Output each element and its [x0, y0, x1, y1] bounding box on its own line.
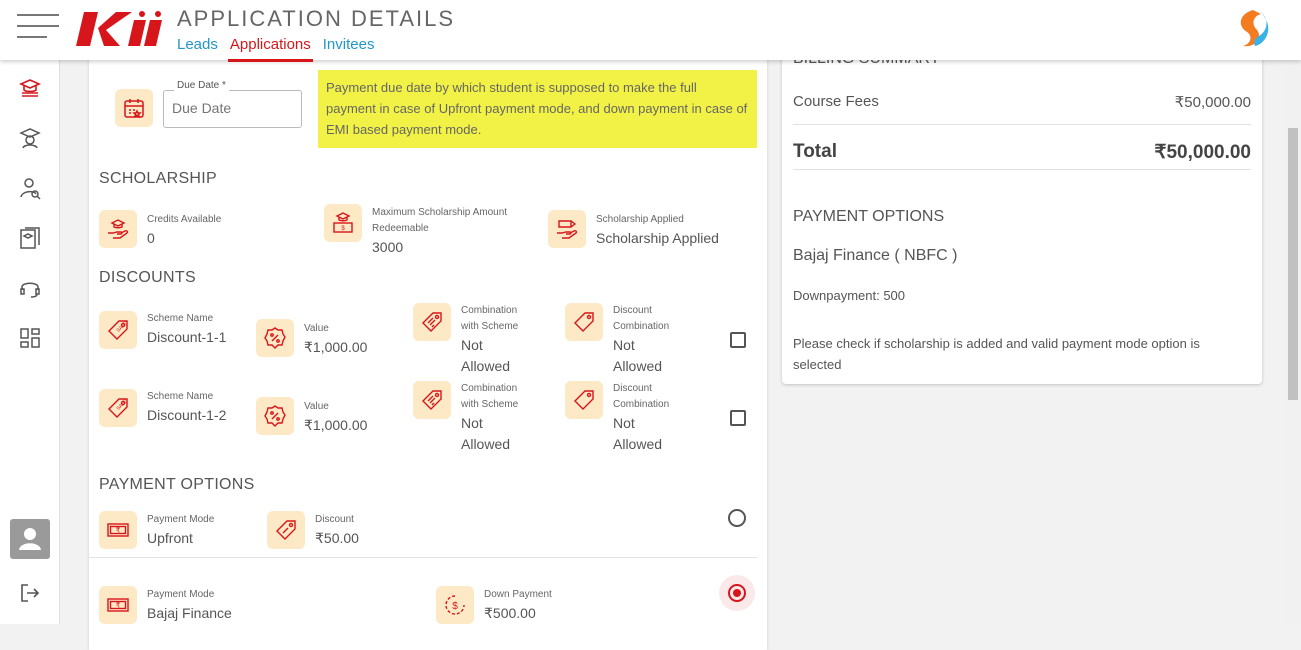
discount-combination-label: Discount Combination: [613, 305, 670, 332]
scholarship-applied-label: Scholarship Applied: [596, 214, 684, 225]
discount-value-label: Value: [304, 323, 329, 334]
downpayment-text: Downpayment: 500: [793, 288, 906, 303]
bajaj-finance-radio[interactable]: [728, 584, 746, 602]
percent-badge-icon: [256, 397, 294, 435]
scholarship-title: SCHOLARSHIP: [99, 170, 217, 187]
down-payment-value: ₹500.00: [484, 605, 536, 621]
courses-icon[interactable]: [18, 226, 42, 250]
scheme-tag-icon: [413, 303, 451, 341]
svg-text:$: $: [452, 601, 458, 612]
scheme-name-value: Discount-1-2: [147, 407, 227, 423]
discount-combination-label: Discount Combination: [613, 383, 670, 410]
payment-divider: [89, 557, 757, 558]
due-date-field[interactable]: Due Date *: [163, 80, 302, 128]
total-label: Total: [793, 141, 837, 162]
total-row: Total ₹50,000.00: [793, 141, 1251, 164]
discount-tag-icon: [267, 511, 305, 549]
discount-value: ₹1,000.00: [304, 339, 368, 355]
page-scrollbar[interactable]: [1285, 60, 1301, 624]
credits-available-value: 0: [147, 230, 155, 246]
price-tag-icon: [565, 303, 603, 341]
scholarship-applied-value: Scholarship Applied: [596, 230, 719, 246]
scholarship-money-icon: $: [324, 204, 362, 242]
discount-combination-value: Not Allowed: [613, 337, 663, 374]
header-tabs: Leads Applications Invitees: [177, 36, 375, 62]
tab-invitees[interactable]: Invitees: [323, 36, 375, 53]
course-fees-value: ₹50,000.00: [1174, 94, 1251, 111]
svg-text:₹: ₹: [116, 527, 121, 535]
combination-scheme-label: Combination with Scheme: [461, 305, 519, 332]
payment-mode-label: Payment Mode: [147, 514, 215, 525]
brand-s-icon: [1240, 10, 1269, 47]
user-search-icon[interactable]: [18, 176, 42, 200]
payment-options-title: PAYMENT OPTIONS: [99, 476, 255, 493]
payment-discount-label: Discount: [315, 514, 354, 525]
discount-value-label: Value: [304, 401, 329, 412]
headset-icon[interactable]: [18, 276, 42, 300]
left-sidebar: [0, 60, 60, 624]
max-scholarship-value: 3000: [372, 239, 404, 255]
avatar[interactable]: [10, 519, 50, 559]
billing-divider: [793, 169, 1251, 170]
scheme-name-label: Scheme Name: [147, 391, 214, 402]
tab-applications[interactable]: Applications: [227, 36, 313, 62]
payment-mode-value: Upfront: [147, 530, 193, 546]
rupee-note-icon: ₹: [99, 586, 137, 624]
due-date-note: Payment due date by which student is sup…: [318, 70, 757, 148]
payment-discount-value: ₹50.00: [315, 530, 359, 546]
payment-mode-value: Bajaj Finance: [147, 605, 232, 621]
due-date-label: Due Date *: [174, 80, 229, 91]
due-date-input[interactable]: [172, 100, 292, 116]
svg-text:$: $: [341, 226, 345, 232]
graduation-cap-user-icon[interactable]: [18, 126, 42, 150]
user-silhouette-icon: [19, 528, 41, 550]
calendar-icon: [115, 89, 153, 127]
scheme-name-value: Discount-1-1: [147, 329, 227, 345]
discount-combination-value: Not Allowed: [613, 415, 663, 452]
discount-value: ₹1,000.00: [304, 417, 368, 433]
down-payment-label: Down Payment: [484, 589, 552, 600]
credits-available-label: Credits Available: [147, 214, 222, 225]
sale-tag-icon: SALE: [99, 311, 137, 349]
combination-scheme-label: Combination with Scheme: [461, 383, 519, 410]
sale-tag-icon: SALE: [99, 389, 137, 427]
rupee-note-icon: ₹: [99, 511, 137, 549]
application-form-card: Due Date * Payment due date by which stu…: [89, 50, 767, 650]
scheme-tag-icon: [413, 381, 451, 419]
hamburger-menu-icon[interactable]: [17, 14, 59, 38]
discount-checkbox[interactable]: [730, 410, 746, 426]
course-fees-label: Course Fees: [793, 93, 879, 110]
down-payment-coin-icon: $: [436, 586, 474, 624]
billing-payment-options-title: PAYMENT OPTIONS: [793, 208, 945, 225]
scholarship-applied-icon: [548, 210, 586, 248]
billing-notice: Please check if scholarship is added and…: [793, 336, 1200, 372]
price-tag-icon: [565, 381, 603, 419]
dashboard-grid-icon[interactable]: [18, 326, 42, 350]
scheme-name-label: Scheme Name: [147, 313, 214, 324]
course-fees-row: Course Fees ₹50,000.00: [793, 93, 1251, 111]
logout-icon[interactable]: [18, 581, 42, 605]
combination-scheme-value: Not Allowed: [461, 337, 511, 374]
finance-provider: Bajaj Finance ( NBFC ): [793, 247, 958, 264]
combination-scheme-value: Not Allowed: [461, 415, 511, 452]
discounts-title: DISCOUNTS: [99, 269, 196, 286]
scrollbar-thumb[interactable]: [1288, 128, 1298, 400]
top-header: APPLICATION DETAILS Leads Applications I…: [0, 0, 1301, 62]
svg-text:₹: ₹: [116, 602, 121, 610]
tab-leads[interactable]: Leads: [177, 36, 218, 53]
kii-logo: [76, 11, 162, 46]
total-value: ₹50,000.00: [1154, 142, 1251, 163]
page-title: APPLICATION DETAILS: [177, 6, 456, 31]
percent-badge-icon: [256, 319, 294, 357]
billing-divider: [793, 124, 1251, 125]
upfront-radio[interactable]: [728, 509, 746, 527]
max-scholarship-label: Maximum Scholarship Amount Redeemable: [372, 207, 508, 234]
scholarship-hand-icon: [99, 210, 137, 248]
billing-summary-card: BILLING SUMMARY Course Fees ₹50,000.00 T…: [782, 40, 1262, 384]
payment-mode-label: Payment Mode: [147, 589, 215, 600]
graduation-stack-icon[interactable]: [18, 76, 42, 100]
discount-checkbox[interactable]: [730, 332, 746, 348]
